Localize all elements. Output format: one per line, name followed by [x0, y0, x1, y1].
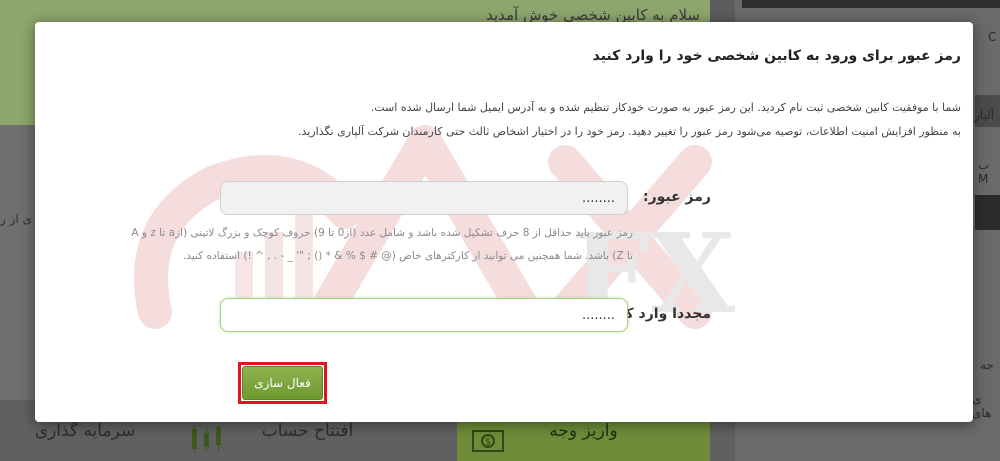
hint-line: تا Z) باشد. شما همچنین می توانید از کارک… — [182, 250, 633, 262]
confirm-password-input[interactable] — [220, 298, 628, 332]
password-input[interactable] — [220, 181, 628, 215]
left-panel-text: ی از ر — [0, 212, 32, 226]
candlestick-chart-icon — [192, 425, 221, 453]
sidebar-text: ب M — [978, 158, 990, 186]
right-sidebar-block — [975, 195, 1000, 230]
svg-text:$: $ — [485, 437, 491, 448]
description-line: شما با موفقیت کابین شخصی ثبت نام کردید. … — [370, 101, 961, 114]
hint-line: رمز عبور باید حداقل از 8 حرف تشکیل شده ب… — [131, 227, 633, 239]
dialog-description: شما با موفقیت کابین شخصی ثبت نام کردید. … — [131, 96, 961, 144]
description-line: به منظور افزایش امنیت اطلاعات، توصیه می‌… — [298, 125, 961, 138]
tab-label: سرمایه گذاری — [34, 420, 136, 441]
dollar-bill-icon: $ — [472, 430, 504, 452]
password-dialog: FX رمز عبور برای ورود به کابین شخصی خود … — [35, 22, 973, 422]
sidebar-text: آلپار — [974, 108, 995, 122]
left-panel — [0, 125, 40, 400]
tab-label: افتتاح حساب — [261, 420, 354, 441]
tab-label: واریز وجه — [549, 420, 618, 441]
password-label: رمز عبور: — [642, 189, 711, 205]
sidebar-text: C — [988, 30, 997, 44]
dialog-title: رمز عبور برای ورود به کابین شخصی خود را … — [592, 48, 961, 64]
password-requirements-hint: رمز عبور باید حداقل از 8 حرف تشکیل شده ب… — [53, 222, 633, 268]
activate-button[interactable]: فعال سازی — [242, 366, 323, 400]
sidebar-text: ی های — [972, 392, 992, 420]
sidebar-text: جه — [980, 358, 994, 372]
right-sidebar-topbar — [742, 0, 1000, 8]
